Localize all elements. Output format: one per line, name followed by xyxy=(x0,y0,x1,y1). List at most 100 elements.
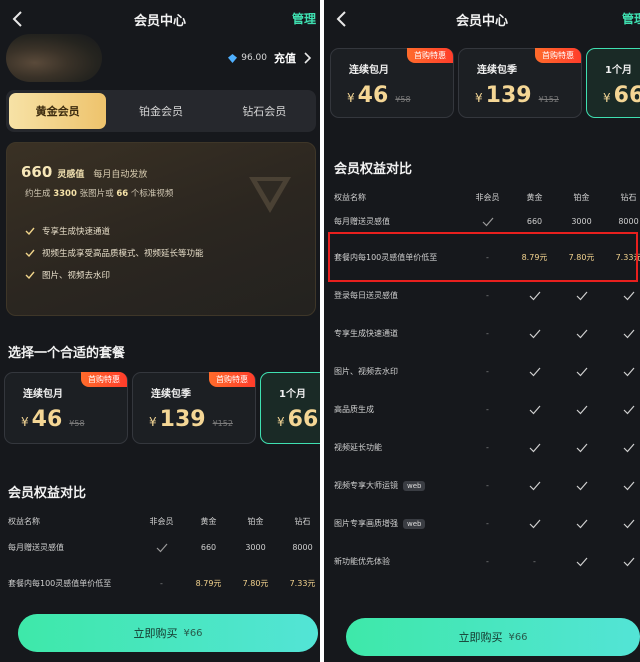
tab-diamond[interactable]: 钻石会员 xyxy=(216,93,313,129)
manage-button[interactable]: 管理 xyxy=(622,10,640,27)
check-icon xyxy=(511,367,558,377)
check-icon xyxy=(558,405,605,415)
chevron-right-icon xyxy=(304,52,312,64)
inspiration-amount: 660 xyxy=(21,163,53,181)
check-icon xyxy=(25,249,35,257)
package-monthly[interactable]: 首购特惠 连续包月 ¥ 46 ¥58 xyxy=(330,48,454,118)
check-icon xyxy=(605,557,640,567)
check-icon xyxy=(511,443,558,453)
feature-item: 专享生成快速通道 xyxy=(25,225,110,237)
table-cell: 3000 xyxy=(571,217,592,226)
table-cell: - xyxy=(486,481,489,490)
check-icon xyxy=(605,329,640,339)
compare-title: 会员权益对比 xyxy=(8,486,87,501)
avatar xyxy=(6,34,102,82)
package-one-month[interactable]: 1个月 ¥ 66 xyxy=(260,372,320,444)
first-purchase-badge: 首购特惠 xyxy=(535,48,581,63)
check-icon xyxy=(25,227,35,235)
gold-emblem-icon xyxy=(249,177,291,213)
table-row: 每月赠送灵感值 660 3000 8000 xyxy=(334,216,640,227)
table-row: 新功能优先体验 - - xyxy=(334,556,640,567)
row-label: 视频专享大师运镜 web xyxy=(334,480,464,491)
table-cell: - xyxy=(486,557,489,566)
check-icon xyxy=(558,443,605,453)
table-row: 套餐内每100灵感值单价低至 - 8.79元 7.80元 7.33元 xyxy=(8,579,316,588)
first-purchase-badge: 首购特惠 xyxy=(407,48,453,63)
table-row: 图片、视频去水印 - xyxy=(334,366,640,377)
check-icon xyxy=(558,367,605,377)
manage-button[interactable]: 管理 xyxy=(292,10,316,27)
package-one-month[interactable]: 1个月 ¥ 66 xyxy=(586,48,640,118)
check-icon xyxy=(511,519,558,529)
auto-issue-text: 每月自动发放 xyxy=(93,170,148,180)
web-tag: web xyxy=(403,481,426,491)
table-row: 每月赠送灵感值 660 3000 8000 xyxy=(8,543,313,553)
table-cell: - xyxy=(486,443,489,452)
check-icon xyxy=(511,291,558,301)
table-cell: - xyxy=(486,405,489,414)
right-screen: 会员中心 管理 首购特惠 连续包月 ¥ 46 ¥58 首购特惠 连续包季 ¥ 1… xyxy=(324,0,640,662)
check-icon xyxy=(511,329,558,339)
table-row: 高品质生成 - xyxy=(334,404,640,415)
check-icon xyxy=(558,557,605,567)
table-row: 视频专享大师运镜 web - xyxy=(334,480,640,491)
check-icon xyxy=(558,291,605,301)
check-icon xyxy=(511,405,558,415)
compare-header: 权益名称 非会员 黄金 铂金 钻石 xyxy=(8,517,311,526)
balance-row[interactable]: 96.00 充值 xyxy=(228,50,312,66)
table-cell: - xyxy=(486,519,489,528)
first-purchase-badge: 首购特惠 xyxy=(209,372,255,387)
nav-bar: 会员中心 管理 xyxy=(0,0,320,38)
buy-now-button[interactable]: 立即购买 ¥66 xyxy=(18,614,318,652)
check-icon xyxy=(605,481,640,491)
package-monthly[interactable]: 首购特惠 连续包月 ¥ 46 ¥58 xyxy=(4,372,128,444)
check-icon xyxy=(558,519,605,529)
compare-title: 会员权益对比 xyxy=(334,162,413,177)
package-quarterly[interactable]: 首购特惠 连续包季 ¥ 139 ¥152 xyxy=(458,48,582,118)
footer-bar: 立即购买 ¥66 xyxy=(324,604,640,662)
table-row: 登录每日送灵感值 - xyxy=(334,290,640,301)
table-row: 图片专享画质增强 web - xyxy=(334,518,640,529)
feature-item: 图片、视频去水印 xyxy=(25,269,110,281)
check-icon xyxy=(25,271,35,279)
check-icon xyxy=(605,443,640,453)
table-row: 视频延长功能 - xyxy=(334,442,640,453)
generation-estimate: 约生成 3300 张图片或 66 个标准视频 xyxy=(25,189,174,199)
check-icon xyxy=(138,543,185,553)
footer-bar: 立即购买 ¥66 xyxy=(0,604,320,662)
check-icon xyxy=(605,291,640,301)
buy-now-button[interactable]: 立即购买 ¥66 xyxy=(346,618,640,656)
check-icon xyxy=(558,481,605,491)
table-cell: - xyxy=(486,367,489,376)
highlight-box xyxy=(328,232,638,282)
package-quarterly[interactable]: 首购特惠 连续包季 ¥ 139 ¥152 xyxy=(132,372,256,444)
table-cell: - xyxy=(533,557,536,566)
gold-benefit-card: 660 灵感值 每月自动发放 约生成 3300 张图片或 66 个标准视频 专享… xyxy=(6,142,316,316)
inspiration-unit: 灵感值 xyxy=(57,170,85,180)
membership-tabs: 黄金会员 铂金会员 钻石会员 xyxy=(6,90,316,132)
table-cell: 8000 xyxy=(618,217,639,226)
table-cell: - xyxy=(486,329,489,338)
check-icon xyxy=(558,329,605,339)
gem-icon xyxy=(228,53,238,63)
table-row: 专享生成快速通道 - xyxy=(334,328,640,339)
page-title: 会员中心 xyxy=(133,14,186,29)
nav-bar: 会员中心 管理 xyxy=(324,0,640,38)
tab-gold[interactable]: 黄金会员 xyxy=(9,93,107,129)
check-icon xyxy=(605,367,640,377)
balance-value: 96.00 xyxy=(241,53,267,63)
web-tag: web xyxy=(403,519,426,529)
packages-title: 选择一个合适的套餐 xyxy=(8,346,126,361)
feature-item: 视频生成享受高品质模式、视频延长等功能 xyxy=(25,247,204,259)
first-purchase-badge: 首购特惠 xyxy=(81,372,127,387)
check-icon xyxy=(464,217,511,227)
check-icon xyxy=(511,481,558,491)
recharge-button[interactable]: 充值 xyxy=(274,50,296,66)
table-cell: 660 xyxy=(526,217,543,226)
tab-platinum[interactable]: 铂金会员 xyxy=(112,93,209,129)
row-label: 图片专享画质增强 web xyxy=(334,518,464,529)
check-icon xyxy=(605,519,640,529)
check-icon xyxy=(605,405,640,415)
compare-header: 权益名称 非会员 黄金 铂金 钻石 xyxy=(334,193,637,202)
table-cell: - xyxy=(486,291,489,300)
